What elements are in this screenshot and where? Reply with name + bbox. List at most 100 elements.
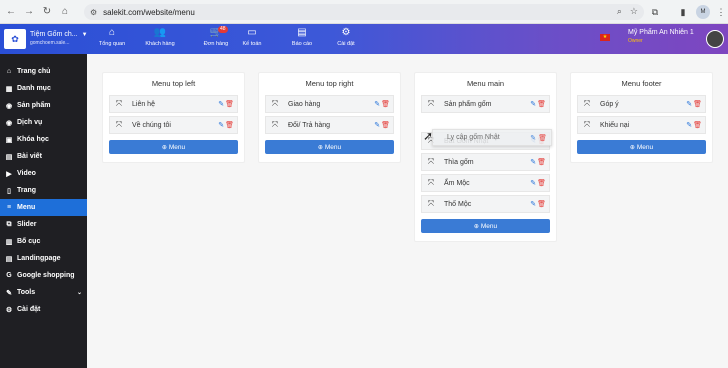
site-info-icon[interactable]: ⚙ — [90, 8, 97, 17]
profile-avatar[interactable]: M — [696, 5, 710, 19]
slider-icon: ⧉ — [6, 220, 12, 228]
menu-card-title: Menu footer — [621, 79, 662, 88]
sidebar-item-layout[interactable]: ▥ Bố cục — [0, 233, 87, 250]
menu-item[interactable]: ⤧ Về chúng tôi ✎🗑 — [109, 116, 238, 134]
delete-icon[interactable]: 🗑 — [537, 101, 546, 108]
bookmark-star-icon[interactable]: ☆ — [630, 6, 638, 17]
drag-handle-icon[interactable]: ⤧ — [110, 120, 128, 130]
topnav-orders[interactable]: 🛒 48 Đơn hàng — [196, 26, 236, 51]
sidebar-item-slider[interactable]: ⧉ Slider — [0, 216, 87, 233]
more-icon[interactable]: ⋮ — [714, 5, 728, 19]
drag-handle-icon[interactable]: ⤧ — [266, 120, 284, 130]
drag-handle-icon[interactable]: ⤧ — [578, 99, 596, 109]
drag-handle-icon[interactable]: ⤧ — [422, 199, 440, 209]
add-menu-button[interactable]: ⊕ Menu — [577, 140, 706, 154]
menu-item[interactable]: ⤧ Liên hệ ✎🗑 — [109, 95, 238, 113]
topnav-users[interactable]: 👥 Khách hàng — [140, 27, 180, 51]
brand-name: Tiệm Gốm ch... — [30, 31, 78, 38]
home-icon: ⌂ — [6, 68, 12, 75]
delete-icon[interactable]: 🗑 — [693, 122, 702, 129]
menu-card-title: Menu main — [466, 79, 505, 88]
edit-icon[interactable]: ✎ — [218, 122, 224, 129]
delete-icon[interactable]: 🗑 — [225, 101, 234, 108]
home-icon[interactable]: ⌂ — [58, 5, 72, 19]
sidebar-item-service[interactable]: ◉ Dịch vụ — [0, 114, 87, 131]
vietnam-flag-icon[interactable]: ★ — [600, 34, 610, 41]
sidepanel-icon[interactable]: ▮ — [676, 5, 690, 19]
sidebar-item-label: Sản phẩm — [17, 102, 51, 109]
sidebar-item-page[interactable]: ▯ Trang — [0, 182, 87, 199]
edit-icon[interactable]: ✎ — [686, 122, 692, 129]
delete-icon[interactable]: 🗑 — [538, 135, 547, 142]
sidebar-item-product[interactable]: ◉ Sản phẩm — [0, 97, 87, 114]
extensions-icon[interactable]: ⧉ — [648, 5, 662, 19]
menu-item[interactable]: ⤧ Giao hàng ✎🗑 — [265, 95, 394, 113]
sidebar-item-google[interactable]: G Google shopping — [0, 267, 87, 284]
user-menu[interactable]: Mỹ Phẩm An Nhiên 1 Owner — [628, 28, 694, 46]
edit-icon[interactable]: ✎ — [530, 159, 536, 166]
edit-icon[interactable]: ✎ — [686, 101, 692, 108]
menu-item[interactable]: ⤧ Thìa gốm ✎🗑 — [421, 153, 550, 171]
sidebar-item-label: Trang — [17, 187, 37, 194]
sidebar-item-grid[interactable]: ▦ Danh mục — [0, 80, 87, 97]
menu-item-label: Thố Mộc — [444, 200, 472, 208]
topnav-credit-card[interactable]: ▭ Kế toán — [232, 27, 272, 51]
drag-handle-icon[interactable]: ⤧ — [422, 99, 440, 109]
menu-item[interactable]: ⤧ Đổi/ Trả hàng ✎🗑 — [265, 116, 394, 134]
forward-icon[interactable]: → — [22, 5, 36, 19]
sidebar-item-label: Video — [17, 170, 36, 177]
sidebar-item-menu[interactable]: ≡ Menu — [0, 199, 87, 216]
edit-icon[interactable]: ✎ — [530, 180, 536, 187]
delete-icon[interactable]: 🗑 — [693, 101, 702, 108]
add-menu-button[interactable]: ⊕ Menu — [109, 140, 238, 154]
sidebar-item-label: Bài viết — [17, 153, 42, 160]
topnav-chart[interactable]: ▤ Báo cáo — [282, 27, 322, 51]
sidebar-item-landing[interactable]: ▤ Landingpage — [0, 250, 87, 267]
edit-icon[interactable]: ✎ — [374, 122, 380, 129]
menu-card: Menu top right ⤧ Giao hàng ✎🗑 ⤧ Đổi/ Trả hàng… — [258, 72, 401, 163]
dragging-menu-item[interactable]: Ly cập gốm Nhật ✎ 🗑 — [432, 129, 552, 146]
edit-icon[interactable]: ✎ — [218, 101, 224, 108]
sidebar-item-video[interactable]: ▶ Video — [0, 165, 87, 182]
topnav-gear[interactable]: ⚙ Cài đặt — [326, 27, 366, 51]
orders-icon: 🛒 — [209, 27, 223, 38]
edit-icon[interactable]: ✎ — [374, 101, 380, 108]
menu-item[interactable]: ⤧ Khiếu nại ✎🗑 — [577, 116, 706, 134]
delete-icon[interactable]: 🗑 — [537, 201, 546, 208]
drag-handle-icon[interactable]: ⤧ — [422, 157, 440, 167]
menu-item[interactable]: ⤧ Ấm Mộc ✎🗑 — [421, 174, 550, 192]
sidebar-item-course[interactable]: ▣ Khóa học — [0, 131, 87, 148]
reload-icon[interactable]: ↻ — [40, 5, 54, 19]
add-menu-button[interactable]: ⊕ Menu — [421, 219, 550, 233]
delete-icon[interactable]: 🗑 — [537, 180, 546, 187]
avatar[interactable] — [706, 30, 724, 48]
page-icon: ▯ — [7, 187, 11, 195]
drag-handle-icon[interactable]: ⤧ — [110, 99, 128, 109]
layout-icon: ▥ — [5, 238, 13, 246]
drag-handle-icon[interactable]: ⤧ — [422, 178, 440, 188]
delete-icon[interactable]: 🗑 — [381, 122, 390, 129]
delete-icon[interactable]: 🗑 — [381, 101, 390, 108]
menu-item[interactable]: ⤧ Thố Mộc ✎🗑 — [421, 195, 550, 213]
drag-handle-icon[interactable]: ⤧ — [578, 120, 596, 130]
menu-item[interactable]: ⤧ Sản phẩm gốm ✎🗑 — [421, 95, 550, 113]
delete-icon[interactable]: 🗑 — [225, 122, 234, 129]
sidebar-item-tools[interactable]: ✎ Tools ⌄ — [0, 284, 87, 301]
edit-icon[interactable]: ✎ — [530, 201, 536, 208]
sidebar-item-home[interactable]: ⌂ Trang chủ — [0, 63, 87, 80]
sidebar-item-gear[interactable]: ⚙ Cài đặt — [0, 301, 87, 318]
sidebar-item-article[interactable]: ▤ Bài viết — [0, 148, 87, 165]
edit-icon[interactable]: ✎ — [530, 135, 536, 142]
delete-icon[interactable]: 🗑 — [537, 159, 546, 166]
address-bar[interactable]: ⚙ salekit.com/website/menu ⌕ ☆ — [84, 4, 644, 20]
add-menu-button[interactable]: ⊕ Menu — [265, 140, 394, 154]
user-name: Mỹ Phẩm An Nhiên 1 — [628, 29, 694, 36]
back-icon[interactable]: ← — [4, 5, 18, 19]
topnav-home[interactable]: ⌂ Tổng quan — [92, 27, 132, 51]
drag-handle-icon[interactable]: ⤧ — [266, 99, 284, 109]
zoom-icon[interactable]: ⌕ — [617, 6, 622, 17]
menu-item-label: Giao hàng — [288, 100, 321, 108]
edit-icon[interactable]: ✎ — [530, 101, 536, 108]
brand-switcher[interactable]: ✿ Tiệm Gốm ch... ▼ gomchoem.sale... — [4, 27, 88, 51]
menu-item[interactable]: ⤧ Góp ý ✎🗑 — [577, 95, 706, 113]
